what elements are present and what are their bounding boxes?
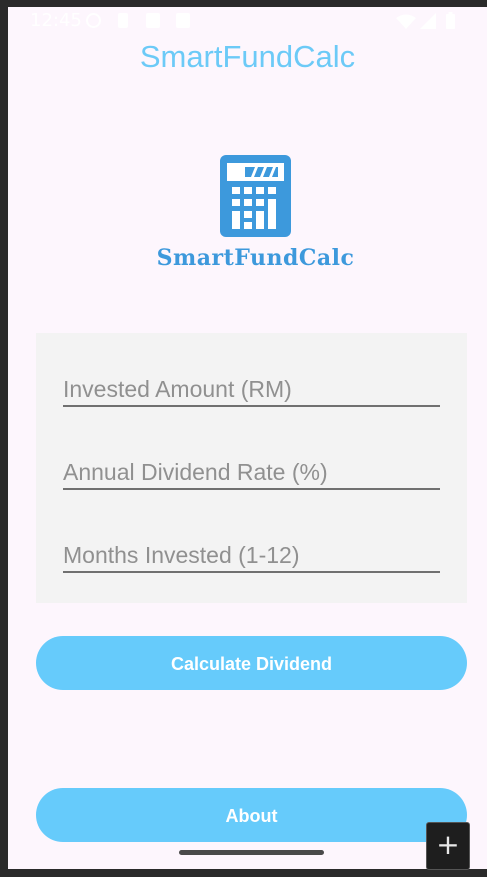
battery-icon xyxy=(446,12,455,29)
calculate-dividend-button[interactable]: Calculate Dividend xyxy=(36,636,467,690)
dividend-rate-field[interactable] xyxy=(63,448,440,490)
calculator-icon xyxy=(220,155,291,237)
notification-icon xyxy=(146,13,160,28)
emulator-add-button[interactable]: + xyxy=(426,822,470,870)
invested-amount-input[interactable] xyxy=(63,376,440,403)
app-title: SmartFundCalc xyxy=(139,39,356,74)
alarm-icon xyxy=(86,13,101,28)
status-time: 12:45 xyxy=(30,10,82,31)
input-form-card xyxy=(36,333,467,603)
months-invested-field[interactable] xyxy=(63,531,440,573)
dividend-rate-input[interactable] xyxy=(63,459,440,486)
months-invested-input[interactable] xyxy=(63,542,440,569)
hourglass-icon xyxy=(118,13,128,28)
logo-text: SmartFundCalc xyxy=(156,245,355,271)
gesture-nav-handle[interactable] xyxy=(179,850,324,855)
status-bar: 12:45 2 xyxy=(8,7,487,37)
wifi-icon xyxy=(396,14,416,29)
device-frame: 12:45 2 SmartFundCalc SmartFundCalc Inve… xyxy=(0,0,487,877)
app-screen: 12:45 2 SmartFundCalc SmartFundCalc Inve… xyxy=(8,7,487,869)
signal-label: 2 xyxy=(424,11,431,23)
about-button[interactable]: About xyxy=(36,788,467,842)
sd-card-icon xyxy=(176,13,190,28)
invested-amount-field[interactable] xyxy=(63,365,440,407)
